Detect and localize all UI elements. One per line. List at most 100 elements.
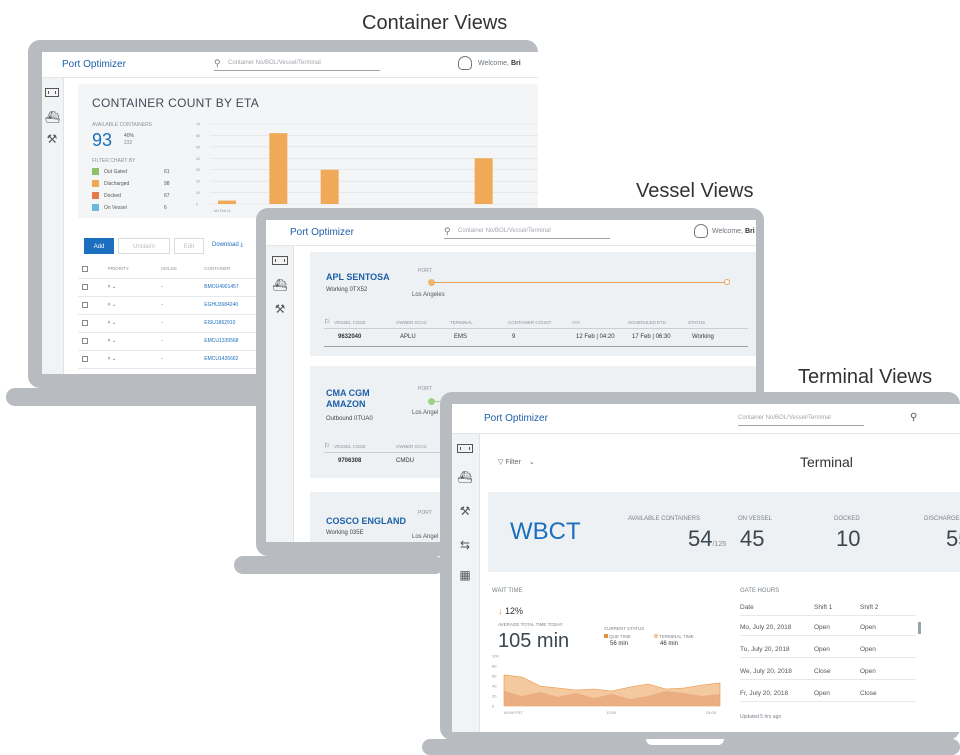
owner-scac-value: CMDU xyxy=(396,458,414,464)
arrow-down-icon: ↓ xyxy=(498,606,503,616)
detail-underline xyxy=(324,346,748,347)
gate-scrollbar[interactable] xyxy=(918,622,921,634)
unclaim-button[interactable]: Unclaim xyxy=(118,238,170,254)
x-tick-label: Mo Feb 11 xyxy=(214,209,231,213)
filter-icon: ▽ xyxy=(498,459,504,466)
terminal-nav-icon[interactable]: ⚒ xyxy=(457,504,473,518)
priority-control[interactable]: ˄ ⌄ xyxy=(103,296,158,315)
chart-bar[interactable] xyxy=(320,169,339,204)
vessel-nav-icon[interactable]: ⛴ xyxy=(457,470,473,484)
port-label: PORT xyxy=(418,386,432,392)
priority-control[interactable]: ˄ ⌄ xyxy=(103,314,158,333)
select-all-checkbox[interactable] xyxy=(78,260,104,279)
row-checkbox[interactable] xyxy=(78,350,104,369)
available-count: 54 xyxy=(688,526,713,551)
avg-label: AVERAGE TOTAL TIME TODAY xyxy=(498,622,563,627)
gate-cell: Fr, July 20, 2018 xyxy=(740,690,789,697)
caption-vessel-views: Vessel Views xyxy=(636,180,754,202)
gate-cell: Open xyxy=(814,690,830,697)
legend-item[interactable]: Docked 67 xyxy=(92,192,182,199)
container-nav-icon[interactable] xyxy=(272,256,288,265)
table-row[interactable]: ˄ ⌄ - EMCU1426662 xyxy=(78,350,278,369)
gate-row: We, July 20, 2018 Close Open xyxy=(740,666,916,680)
detail-header: SCHEDULED ETD xyxy=(628,320,667,325)
brand-logo[interactable]: Port Optimizer xyxy=(484,413,548,424)
add-button[interactable]: Add xyxy=(84,238,114,254)
wait-time-panel: WAIT TIME ↓ 12% AVERAGE TOTAL TIME TODAY… xyxy=(492,580,724,732)
gate-cell: Mo, July 20, 2018 xyxy=(740,624,792,631)
port-label: PORT xyxy=(418,510,432,516)
vessel-voyage: Working 0TX52 xyxy=(326,287,368,293)
search-input[interactable]: ⚲ Container No/BOL/Vessel/Terminal xyxy=(214,57,380,71)
calendar-nav-icon[interactable]: ▦ xyxy=(457,568,473,582)
table-row[interactable]: ˄ ⌄ - EGHU3684240 xyxy=(78,296,278,315)
filter-button[interactable]: ▽ Filter ⌄ xyxy=(498,458,535,466)
chart-bar[interactable] xyxy=(269,133,288,204)
y-tick-label: 100 xyxy=(492,654,499,659)
gate-cell: Open xyxy=(860,646,876,653)
wait-change-value: 12% xyxy=(505,606,524,616)
legend-item[interactable]: On Vessel 6 xyxy=(92,204,182,211)
vessel-name[interactable]: CMA CGM AMAZON xyxy=(326,388,396,410)
legend-item[interactable]: Discharged 98 xyxy=(92,180,182,187)
terminal-nav-icon[interactable]: ⚒ xyxy=(45,132,59,146)
gate-row: Mo, July 20, 2018 Open Open xyxy=(740,622,916,636)
col-priority[interactable]: PRIORITY xyxy=(103,260,158,279)
search-icon: ⚲ xyxy=(444,226,451,236)
row-checkbox[interactable] xyxy=(78,278,104,297)
owner-scac-header: OWNER SCAC xyxy=(396,444,428,449)
detail-value: EMS xyxy=(454,334,468,340)
gate-cell: Tu, July 20, 2018 xyxy=(740,646,790,653)
terminal-nav-icon[interactable]: ⚒ xyxy=(272,302,288,316)
chart-bar[interactable] xyxy=(218,200,236,204)
gate-updated: Updated 5 hrs ago xyxy=(740,714,782,720)
priority-control[interactable]: ˄ ⌄ xyxy=(103,350,158,369)
vessel-nav-icon[interactable]: ⛴ xyxy=(272,278,288,292)
detail-value: 9 xyxy=(512,334,516,340)
page-title: Terminal xyxy=(800,454,853,470)
download-icon: ⤓ xyxy=(240,242,244,248)
edit-button[interactable]: Edit xyxy=(174,238,204,254)
table-row[interactable]: ˄ ⌄ - EISU1862910 xyxy=(78,314,278,333)
vessel-card[interactable]: APL SENTOSA Working 0TX52 PORT Los Angel… xyxy=(310,252,756,356)
user-icon[interactable] xyxy=(458,56,472,70)
caption-terminal-views: Terminal Views xyxy=(798,366,933,388)
chart-panel: CONTAINER COUNT BY ETA AVAILABLE CONTAIN… xyxy=(78,84,538,218)
vessel-nav-icon[interactable]: ⛴ xyxy=(45,110,60,124)
table-row[interactable]: ˄ ⌄ - EMCU1339568 xyxy=(78,332,278,351)
terminal-code: WBCT xyxy=(510,518,581,545)
gate-hours-label: GATE HOURS xyxy=(740,588,780,594)
search-input[interactable]: Container No/BOL/Vessel/Terminal xyxy=(738,412,864,426)
flag-icon: ⚐ xyxy=(324,319,331,326)
priority-control[interactable]: ˄ ⌄ xyxy=(103,278,158,297)
col-holds[interactable]: HOLDS xyxy=(157,260,201,279)
legend-item[interactable]: Out Gated 61 xyxy=(92,168,182,175)
vessel-name[interactable]: APL SENTOSA xyxy=(326,272,390,283)
y-tick-label: 0 xyxy=(196,203,198,207)
table-row[interactable]: ˄ ⌄ - BMOU4901457 xyxy=(78,278,278,297)
legend-swatch xyxy=(92,180,99,187)
welcome-text: Welcome, Bri xyxy=(712,228,755,235)
y-tick-label: 40 xyxy=(492,684,497,689)
brand-logo[interactable]: Port Optimizer xyxy=(290,227,354,238)
row-checkbox[interactable] xyxy=(78,332,104,351)
welcome-prefix: Welcome, xyxy=(712,228,743,235)
chart-bar[interactable] xyxy=(474,158,493,204)
gate-cell: Open xyxy=(814,624,830,631)
container-nav-icon[interactable] xyxy=(457,444,473,453)
container-nav-icon[interactable] xyxy=(45,88,59,97)
user-icon[interactable] xyxy=(694,224,708,238)
download-button[interactable]: Download ⤓ xyxy=(212,242,243,249)
detail-header: TERMINAL xyxy=(450,320,473,325)
legend-swatch xyxy=(92,168,99,175)
row-checkbox[interactable] xyxy=(78,296,104,315)
detail-divider xyxy=(324,328,748,329)
vessel-name[interactable]: COSCO ENGLAND xyxy=(326,516,406,527)
search-input[interactable]: ⚲ Container No/BOL/Vessel/Terminal xyxy=(444,225,610,239)
search-icon[interactable]: ⚲ xyxy=(910,412,917,423)
brand-logo[interactable]: Port Optimizer xyxy=(62,59,126,70)
priority-control[interactable]: ˄ ⌄ xyxy=(103,332,158,351)
routing-nav-icon[interactable]: ⇆ xyxy=(457,538,473,552)
on-vessel-value: 45 xyxy=(740,526,765,551)
row-checkbox[interactable] xyxy=(78,314,104,333)
